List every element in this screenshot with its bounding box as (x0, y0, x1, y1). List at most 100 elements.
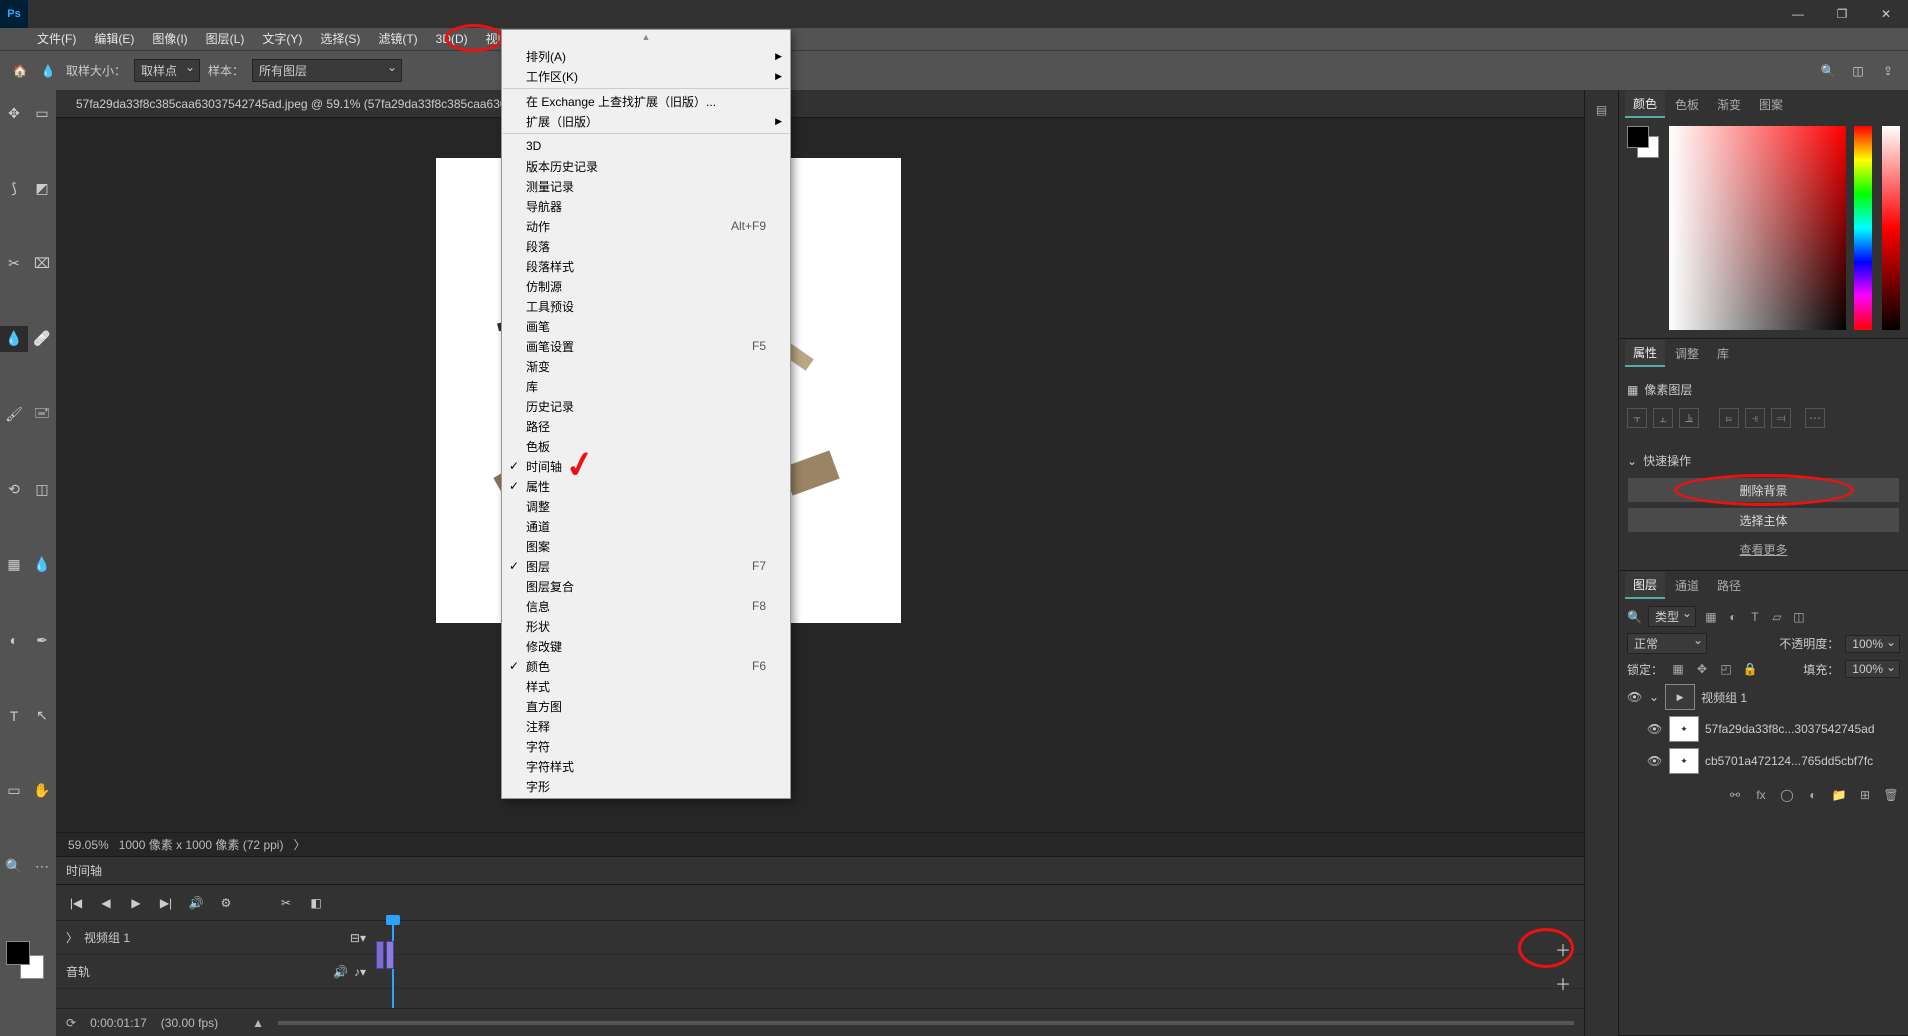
menu-channels[interactable]: 通道 (502, 516, 790, 536)
first-frame-button[interactable]: |◀ (66, 893, 86, 913)
menu-notes[interactable]: 注释 (502, 716, 790, 736)
sample-dropdown[interactable]: 所有图层 (252, 59, 402, 82)
menu-layer[interactable]: 图层(L) (197, 28, 254, 50)
path-select-tool[interactable]: ↖ (28, 703, 56, 729)
menu-arrange[interactable]: 排列(A) (502, 46, 790, 66)
filter-shape-icon[interactable]: ▱ (1768, 608, 1786, 626)
add-audio-button[interactable]: ＋ (1552, 972, 1574, 994)
menu-edit[interactable]: 编辑(E) (85, 28, 143, 50)
menu-layers[interactable]: 图层F7 (502, 556, 790, 576)
select-subject-button[interactable]: 选择主体 (1627, 507, 1900, 533)
close-button[interactable]: ✕ (1864, 0, 1908, 28)
menu-select[interactable]: 选择(S) (311, 28, 369, 50)
type-tool[interactable]: T (0, 703, 28, 729)
eraser-tool[interactable]: ◫ (28, 477, 56, 503)
lock-position-icon[interactable]: ✥ (1693, 660, 1711, 678)
crop-tool[interactable]: ✂ (0, 251, 28, 277)
next-frame-button[interactable]: ▶| (156, 893, 176, 913)
align-center-h-icon[interactable]: ⫠ (1653, 408, 1673, 428)
tab-properties[interactable]: 属性 (1625, 340, 1665, 367)
menu-info[interactable]: 信息F8 (502, 596, 790, 616)
blend-mode-dropdown[interactable]: 正常 (1627, 633, 1707, 654)
menu-libraries[interactable]: 库 (502, 376, 790, 396)
quick-select-tool[interactable]: ◩ (28, 175, 56, 201)
tab-libraries[interactable]: 库 (1709, 341, 1737, 366)
menu-patterns[interactable]: 图案 (502, 536, 790, 556)
hue-slider[interactable] (1854, 126, 1872, 330)
menu-version-history[interactable]: 版本历史记录 (502, 156, 790, 176)
menu-navigator[interactable]: 导航器 (502, 196, 790, 216)
healing-tool[interactable]: 🩹 (28, 326, 56, 352)
frame-tool[interactable]: ⌧ (28, 251, 56, 277)
group-icon[interactable]: 📁 (1830, 786, 1848, 804)
track-menu-icon[interactable]: ⊟▾ (350, 931, 366, 945)
layer-a-thumb[interactable]: ✦ (1669, 716, 1699, 742)
workspace-icon[interactable]: ◫ (1848, 61, 1868, 81)
tab-layers[interactable]: 图层 (1625, 572, 1665, 599)
menu-measurement[interactable]: 测量记录 (502, 176, 790, 196)
minimize-button[interactable]: ― (1776, 0, 1820, 28)
play-button[interactable]: ▶ (126, 893, 146, 913)
filter-adjust-icon[interactable]: ◐ (1724, 608, 1742, 626)
menu-3d-panel[interactable]: 3D (502, 136, 790, 156)
menu-exchange[interactable]: 在 Exchange 上查找扩展（旧版）... (502, 91, 790, 111)
dock-icon-1[interactable]: ▤ (1592, 100, 1612, 120)
color-field[interactable] (1669, 126, 1846, 330)
zoom-level[interactable]: 59.05% (68, 838, 109, 852)
tab-gradients[interactable]: 渐变 (1709, 92, 1749, 117)
align-top-icon[interactable]: ⫢ (1719, 408, 1739, 428)
lock-all-icon[interactable]: 🔒 (1741, 660, 1759, 678)
dodge-tool[interactable]: ◐ (0, 627, 28, 653)
marquee-tool[interactable]: ▭ (28, 100, 56, 126)
filter-type-icon[interactable]: T (1746, 608, 1764, 626)
align-right-icon[interactable]: ⫡ (1679, 408, 1699, 428)
tab-adjustments[interactable]: 调整 (1667, 341, 1707, 366)
document-tab[interactable]: 57fa29da33f8c385caa63037542745ad.jpeg @ … (56, 90, 1584, 118)
quick-actions-title[interactable]: ⌄ 快速操作 (1627, 448, 1900, 473)
fill-field[interactable]: 100% (1845, 660, 1900, 678)
timeline-loop-icon[interactable]: ⟳ (66, 1016, 76, 1030)
split-button[interactable]: ✂ (276, 893, 296, 913)
blur-tool[interactable]: 💧 (28, 552, 56, 578)
home-icon[interactable]: 🏠 (10, 61, 30, 81)
menu-histogram[interactable]: 直方图 (502, 696, 790, 716)
menu-swatches[interactable]: 色板 (502, 436, 790, 456)
menu-scroll-up[interactable]: ▲ (502, 32, 790, 46)
filter-smart-icon[interactable]: ◫ (1790, 608, 1808, 626)
timeline-zoom-out[interactable]: ▲ (252, 1016, 264, 1030)
tab-patterns[interactable]: 图案 (1751, 92, 1791, 117)
timeline-settings-icon[interactable]: ⚙ (216, 893, 236, 913)
tab-color[interactable]: 颜色 (1625, 91, 1665, 118)
menu-brushes[interactable]: 画笔 (502, 316, 790, 336)
edit-toolbar[interactable]: ⋯ (28, 853, 56, 879)
hand-tool[interactable]: ✋ (28, 778, 56, 804)
maximize-button[interactable]: ❐ (1820, 0, 1864, 28)
adjustment-layer-icon[interactable]: ◐ (1804, 786, 1822, 804)
timeline-tab[interactable]: 时间轴 (56, 857, 1584, 885)
shape-tool[interactable]: ▭ (0, 778, 28, 804)
track-expand-icon[interactable]: 〉 (66, 929, 78, 946)
timeline-zoom-slider[interactable] (278, 1021, 1574, 1025)
remove-background-button[interactable]: 删除背景 (1627, 477, 1900, 503)
lock-artboard-icon[interactable]: ◰ (1717, 660, 1735, 678)
new-layer-icon[interactable]: ⊞ (1856, 786, 1874, 804)
canvas-viewport[interactable] (56, 118, 1584, 832)
zoom-tool[interactable]: 🔍 (0, 853, 28, 879)
align-left-icon[interactable]: ⫟ (1627, 408, 1647, 428)
move-tool[interactable]: ✥ (0, 100, 28, 126)
video-clip-2[interactable] (386, 941, 394, 969)
menu-adjustments[interactable]: 调整 (502, 496, 790, 516)
menu-styles[interactable]: 样式 (502, 676, 790, 696)
menu-workspace[interactable]: 工作区(K) (502, 66, 790, 86)
layer-b-thumb[interactable]: ✦ (1669, 748, 1699, 774)
menu-file[interactable]: 文件(F) (28, 28, 85, 50)
mask-icon[interactable]: ◯ (1778, 786, 1796, 804)
menu-extensions[interactable]: 扩展（旧版） (502, 111, 790, 131)
brightness-slider[interactable] (1882, 126, 1900, 330)
foreground-color-swatch[interactable] (6, 941, 30, 965)
menu-paragraph-styles[interactable]: 段落样式 (502, 256, 790, 276)
sample-size-dropdown[interactable]: 取样点 (134, 59, 200, 82)
brush-tool[interactable]: 🖌 (0, 401, 28, 427)
status-more-icon[interactable]: 〉 (293, 836, 305, 853)
menu-color[interactable]: 颜色F6 (502, 656, 790, 676)
